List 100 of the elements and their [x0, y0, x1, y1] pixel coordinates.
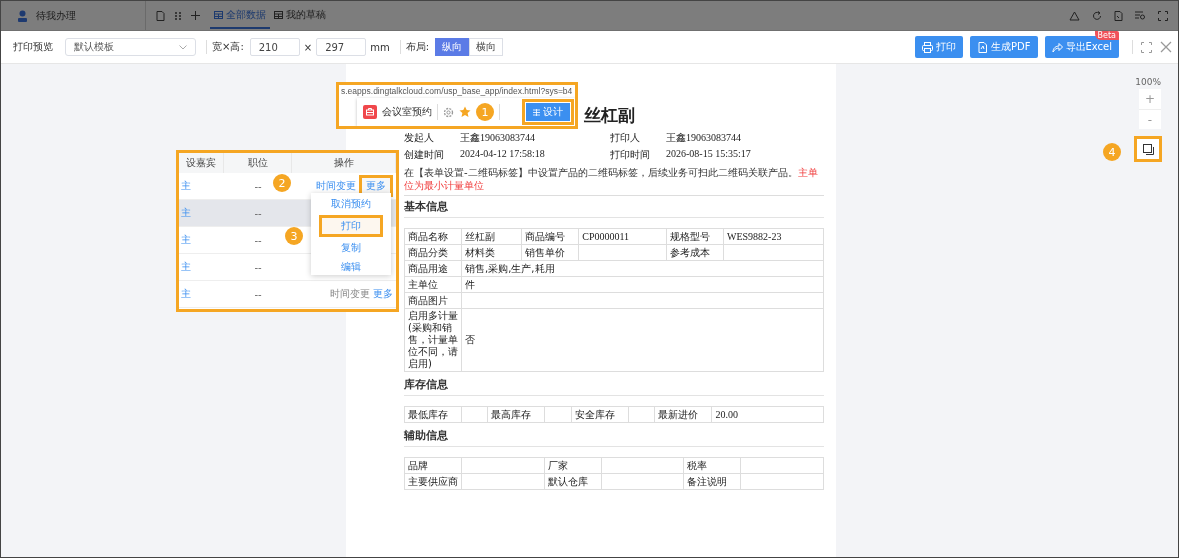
field-label: 打印人	[610, 131, 641, 145]
fullscreen-icon[interactable]	[1158, 10, 1168, 21]
table-cell: 启用多计量(采购和销售，计量单位不同，请启用)	[404, 308, 462, 372]
toolbar-button[interactable]: 生成PDF	[970, 36, 1038, 58]
layout-option[interactable]: 纵向	[435, 38, 469, 56]
document-icon[interactable]	[156, 10, 165, 21]
layout-label: 布局:	[405, 40, 429, 54]
design-button[interactable]: 设计	[526, 103, 570, 121]
fullscreen-icon[interactable]	[1141, 41, 1152, 53]
section-heading: 辅助信息	[404, 425, 824, 447]
close-icon[interactable]	[1160, 41, 1172, 53]
table-cell[interactable]: 主	[179, 200, 224, 227]
table-cell: 丝杠副	[461, 228, 522, 245]
table-cell: 参考成本	[666, 244, 724, 261]
height-field[interactable]: 297	[316, 38, 367, 56]
table-cell: 主要供应商	[404, 473, 462, 490]
layout-option[interactable]: 横向	[469, 38, 503, 56]
table-cell: CP0000011	[578, 228, 667, 245]
table-cell: 商品图片	[404, 292, 462, 309]
table-cell: 否	[461, 308, 824, 372]
document-title: 丝杠副	[584, 104, 636, 127]
more-link[interactable]: 更多	[373, 287, 393, 301]
tab[interactable]: 我的草稿	[270, 2, 330, 29]
column-header: 职位	[224, 153, 292, 173]
section-heading: 基本信息	[404, 196, 824, 218]
table-cell: 20.00	[711, 406, 824, 423]
table-cell: 商品名称	[404, 228, 462, 245]
size-label: 宽×高:	[212, 40, 244, 54]
column-header: 操作	[292, 153, 396, 173]
field-label: 创建时间	[404, 148, 445, 162]
menu-item[interactable]: 取消预约	[319, 196, 383, 212]
app-icon	[363, 105, 377, 119]
table-icon	[274, 10, 283, 19]
field-value: 2026-08-15 15:35:17	[666, 148, 752, 161]
beta-badge: Beta	[1094, 31, 1119, 40]
table-cell: 厂家	[544, 457, 602, 474]
printer-icon	[922, 41, 933, 53]
table-cell: 销售单价	[521, 244, 579, 261]
plus-icon[interactable]	[191, 11, 200, 20]
field-value: 2024-04-12 17:58:18	[460, 148, 546, 161]
copy-icon	[1142, 143, 1154, 155]
chevron-down-icon	[179, 44, 187, 50]
fit-page-button[interactable]	[1134, 136, 1162, 162]
table-cell: 品牌	[404, 457, 462, 474]
app-name: 会议室预约	[382, 105, 432, 119]
menu-item[interactable]: 编辑	[319, 259, 383, 275]
table-cell: --	[224, 281, 292, 308]
times-sign: ×	[303, 41, 313, 53]
table-cell: 税率	[683, 457, 741, 474]
table-cell: 商品分类	[404, 244, 462, 261]
table-cell: 商品用途	[404, 260, 462, 277]
url-text: s.eapps.dingtalkcloud.com/usp_base_app/index.html?sys=b4	[340, 85, 574, 96]
toolbar-title: 打印预览	[13, 40, 53, 54]
share-icon	[1051, 41, 1063, 53]
table-cell: WES9882-23	[723, 228, 824, 245]
table-cell: 主单位	[404, 276, 462, 293]
menu-item-label[interactable]: 待我办理	[36, 8, 76, 23]
table-cell[interactable]: 主	[179, 254, 224, 281]
width-field[interactable]: 210	[249, 38, 300, 56]
gear-icon[interactable]	[443, 106, 454, 118]
star-icon[interactable]	[459, 106, 471, 118]
field-label: 打印时间	[610, 148, 651, 162]
notice-text: 在【表单设置-二维码标签】中设置产品的二维码标签，后续业务可扫此二维码关联产品。主单位为最小计量单位	[404, 166, 824, 196]
menu-item[interactable]: 打印	[319, 215, 383, 237]
step-badge: 4	[1103, 143, 1121, 161]
field-value: 王鑫19063083744	[460, 131, 536, 145]
toolbar-button[interactable]: 打印	[915, 36, 963, 58]
zoom-in-button[interactable]: +	[1139, 89, 1161, 109]
template-select[interactable]: 默认模板	[65, 38, 196, 56]
table-cell: 最低库存	[404, 406, 462, 423]
table-cell: 最高库存	[487, 406, 545, 423]
zoom-percent: 100%	[1135, 77, 1161, 87]
table-cell: 最新进价	[654, 406, 712, 423]
grid-icon[interactable]	[174, 10, 182, 21]
refresh-icon[interactable]	[1092, 10, 1102, 21]
step-badge: 1	[476, 103, 494, 121]
table-cell: 安全库存	[571, 406, 629, 423]
design-icon	[533, 108, 540, 116]
table-cell: 商品编号	[521, 228, 579, 245]
person-icon	[17, 9, 28, 22]
document-icon[interactable]	[1114, 10, 1123, 21]
table-cell: 材料类	[461, 244, 522, 261]
action-link[interactable]: 时间变更	[330, 287, 370, 301]
zoom-out-button[interactable]: -	[1139, 109, 1161, 129]
table-cell: 件	[461, 276, 824, 293]
menu-item[interactable]: 复制	[319, 240, 383, 256]
file-icon	[977, 41, 988, 53]
table-cell: 销售,采购,生产,耗用	[461, 260, 824, 277]
table-cell: --	[224, 254, 292, 281]
table-cell: 规格型号	[666, 228, 724, 245]
action-link[interactable]: 时间变更	[316, 179, 356, 193]
column-header: 设嘉宾	[179, 153, 224, 173]
section-heading: 库存信息	[404, 374, 824, 396]
table-cell[interactable]: 主	[179, 281, 224, 308]
table-cell[interactable]: 主	[179, 227, 224, 254]
table-cell: --	[224, 200, 292, 227]
list-search-icon[interactable]	[1135, 10, 1146, 21]
table-icon	[214, 10, 223, 19]
tab[interactable]: 全部数据	[210, 2, 270, 29]
table-cell: 默认仓库	[544, 473, 602, 490]
